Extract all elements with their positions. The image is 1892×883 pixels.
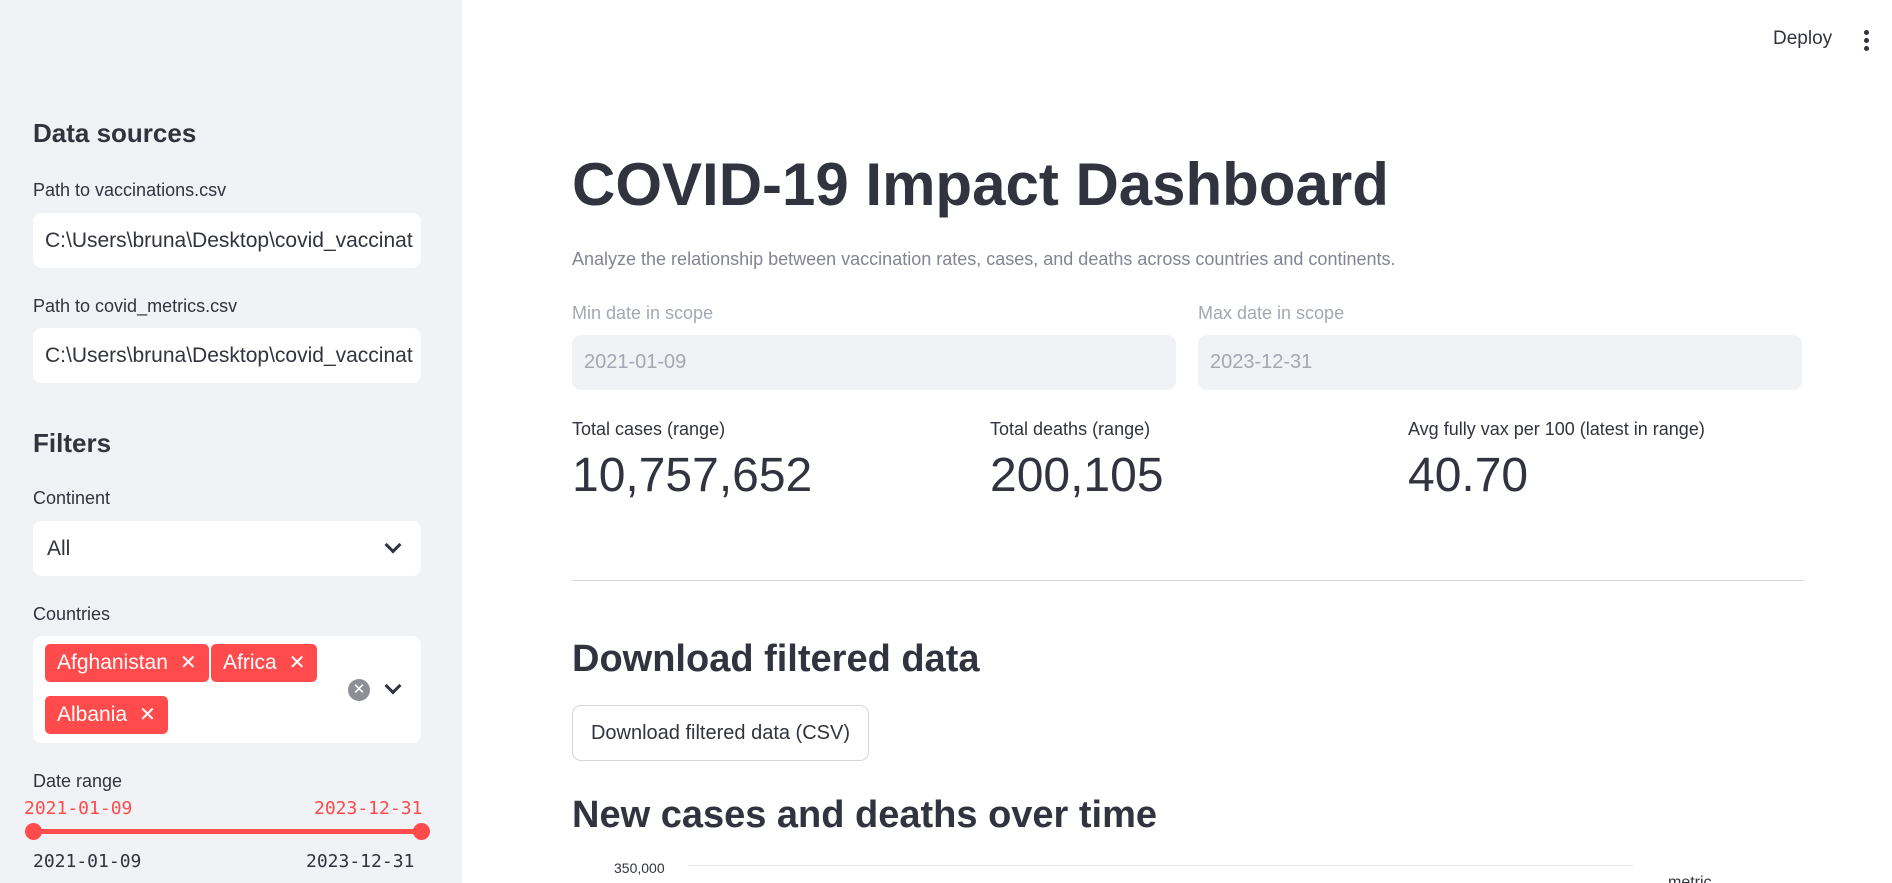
continent-label: Continent (33, 488, 111, 508)
data-sources-heading: Data sources (33, 118, 197, 148)
range-end-handle[interactable] (413, 823, 430, 840)
min-date-label: Min date in scope (572, 303, 714, 323)
legend-title: metric (1668, 874, 1712, 883)
countries-label: Countries (33, 604, 111, 624)
sidebar: Data sources Path to vaccinations.csv C:… (0, 0, 462, 883)
range-start-handle[interactable] (25, 823, 42, 840)
country-tag: Albania ✕ (45, 696, 168, 734)
country-tag-label: Albania (57, 703, 128, 726)
filters-heading: Filters (33, 428, 112, 458)
range-max-label: 2023-12-31 (306, 851, 415, 872)
range-end-value: 2023-12-31 (314, 798, 423, 819)
page-title: COVID-19 Impact Dashboard (572, 151, 1389, 218)
remove-tag-icon[interactable]: ✕ (289, 652, 306, 674)
country-tag-label: Afghanistan (57, 651, 168, 674)
download-heading: Download filtered data (572, 638, 980, 680)
vaccinations-path-label: Path to vaccinations.csv (33, 180, 227, 200)
y-tick-label: 350,000 (614, 860, 665, 876)
continent-value: All (47, 537, 71, 560)
clear-all-icon[interactable]: ✕ (348, 679, 370, 701)
countries-multiselect[interactable]: Afghanistan ✕ Africa ✕ Albania ✕ ✕ (33, 636, 421, 743)
page-caption: Analyze the relationship between vaccina… (572, 249, 1396, 269)
range-start-value: 2021-01-09 (24, 798, 133, 819)
country-tag: Africa ✕ (211, 644, 318, 682)
max-date-label: Max date in scope (1198, 303, 1345, 323)
divider (572, 580, 1804, 581)
chart-gridline (688, 865, 1633, 866)
chart-heading: New cases and deaths over time (572, 794, 1158, 836)
date-range-label: Date range (33, 771, 123, 791)
country-tag: Afghanistan ✕ (45, 644, 209, 682)
continent-select[interactable]: All (33, 521, 421, 576)
date-range-slider-track[interactable] (33, 829, 421, 834)
metric-label: Total cases (range) (572, 419, 726, 439)
country-tag-label: Africa (223, 651, 277, 674)
max-date-input: 2023-12-31 (1198, 335, 1802, 390)
remove-tag-icon[interactable]: ✕ (180, 652, 197, 674)
metric-value: 40.70 (1408, 449, 1529, 502)
deploy-button[interactable]: Deploy (1773, 28, 1832, 50)
range-min-label: 2021-01-09 (33, 851, 142, 872)
metrics-path-label: Path to covid_metrics.csv (33, 296, 238, 316)
main-menu-icon[interactable] (1864, 30, 1870, 54)
metric-value: 200,105 (990, 449, 1164, 502)
download-csv-button[interactable]: Download filtered data (CSV) (572, 705, 869, 761)
metric-label: Total deaths (range) (990, 419, 1151, 439)
metric-value: 10,757,652 (572, 449, 813, 502)
vaccinations-path-input[interactable]: C:\Users\bruna\Desktop\covid_vaccinat (33, 213, 421, 268)
metric-label: Avg fully vax per 100 (latest in range) (1408, 419, 1705, 439)
min-date-input: 2021-01-09 (572, 335, 1176, 390)
chevron-down-icon (384, 536, 402, 554)
chevron-down-icon[interactable] (384, 677, 402, 695)
metrics-path-input[interactable]: C:\Users\bruna\Desktop\covid_vaccinat (33, 328, 421, 383)
remove-tag-icon[interactable]: ✕ (139, 704, 156, 726)
